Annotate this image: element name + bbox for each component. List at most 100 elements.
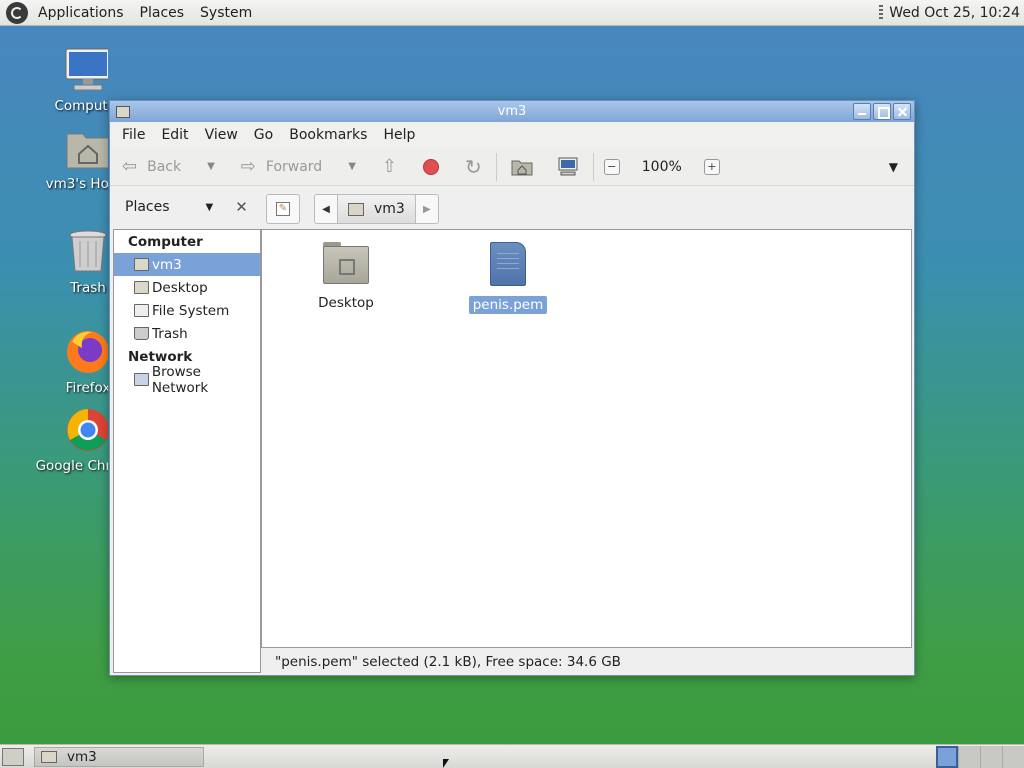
file-view[interactable]: Desktop penis.pem: [261, 229, 912, 648]
menu-edit[interactable]: Edit: [153, 127, 196, 143]
computer-button[interactable]: [553, 152, 583, 182]
panel-handle-icon[interactable]: [879, 4, 884, 21]
clock-area: Wed Oct 25, 10:24: [879, 0, 1024, 26]
toolbar-separator: [592, 152, 594, 181]
desktop-icons-clip-2: Google Chrome: [0, 404, 108, 484]
document-icon: [490, 242, 526, 286]
folder-icon: [41, 750, 57, 763]
back-history-chevron-icon[interactable]: ▼: [207, 161, 215, 172]
menubar: File Edit View Go Bookmarks Help: [110, 122, 914, 148]
sidebar-item-trash[interactable]: Trash: [114, 322, 260, 345]
breadcrumb-label: vm3: [374, 201, 405, 217]
file-label: penis.pem: [468, 296, 548, 314]
home-folder-icon: [511, 160, 533, 175]
workspace-4[interactable]: [1002, 745, 1024, 768]
applications-menu[interactable]: Applications: [30, 0, 132, 26]
toolbar-separator: [495, 152, 497, 181]
workspace-1[interactable]: [936, 745, 958, 768]
taskbar-item-label: vm3: [67, 748, 97, 765]
sidebar-item-label: Desktop: [152, 279, 208, 296]
desktop-icon-firefox[interactable]: Firefox: [38, 328, 108, 396]
forward-history-chevron-icon[interactable]: ▼: [348, 161, 356, 172]
os-logo-icon[interactable]: [6, 1, 28, 24]
desktop-icon-label: Google Chrome: [35, 458, 108, 474]
bottom-panel: vm3: [0, 744, 1024, 768]
reload-icon: ↻: [465, 154, 482, 179]
desktop-icon-computer[interactable]: Computer: [38, 46, 108, 114]
desktop-icons-clip: Computer vm3's Home Trash Firefox: [0, 44, 108, 424]
minimize-button[interactable]: [853, 103, 871, 120]
maximize-button[interactable]: [873, 103, 891, 120]
menu-bookmarks[interactable]: Bookmarks: [281, 127, 375, 143]
sidebar-item-file-system[interactable]: File System: [114, 299, 260, 322]
close-button[interactable]: [893, 103, 911, 120]
home-button[interactable]: [507, 152, 537, 182]
window-title: vm3: [497, 104, 527, 119]
home-folder-icon: [66, 133, 108, 169]
toggle-location-entry-button[interactable]: ✎: [266, 194, 300, 224]
home-folder-icon: [348, 202, 364, 216]
reload-button[interactable]: ↻: [461, 152, 486, 182]
file-item-desktop[interactable]: Desktop: [296, 240, 396, 312]
menu-help[interactable]: Help: [375, 127, 423, 143]
show-desktop-icon[interactable]: [2, 747, 24, 766]
breadcrumb: ◀ vm3 ▶: [314, 194, 439, 224]
breadcrumb-right-arrow-icon[interactable]: ▶: [416, 204, 438, 215]
computer-icon: [65, 48, 108, 91]
forward-button[interactable]: ⇨ Forward ▼: [237, 152, 360, 182]
top-panel: Applications Places System Wed Oct 25, 1…: [0, 0, 1024, 26]
firefox-icon: [67, 331, 108, 373]
desktop-icon-label: vm3's Home: [45, 176, 108, 192]
sidebar-item-label: Trash: [152, 325, 188, 342]
desktop-folder-icon: [134, 281, 149, 294]
mouse-cursor-icon: [443, 759, 449, 768]
breadcrumb-item-vm3[interactable]: vm3: [337, 195, 416, 223]
desktop-icon-chrome[interactable]: Google Chrome: [35, 406, 108, 474]
stop-icon: [423, 158, 439, 175]
forward-label: Forward: [265, 158, 323, 175]
chrome-icon: [67, 409, 108, 451]
sidebar-close-icon[interactable]: ✕: [235, 198, 248, 216]
pencil-icon: ✎: [276, 202, 290, 216]
zoom-in-icon[interactable]: +: [703, 158, 720, 175]
workspace-3[interactable]: [980, 745, 1002, 768]
menu-go[interactable]: Go: [246, 127, 281, 143]
desktop-icon-trash[interactable]: Trash: [38, 228, 108, 296]
system-menu[interactable]: System: [192, 0, 260, 26]
sidebar-item-label: File System: [152, 302, 230, 319]
places-list: Computer vm3 Desktop File System Trash N…: [113, 229, 261, 673]
desktop-icon-home[interactable]: vm3's Home: [38, 128, 108, 192]
back-button[interactable]: ⇦ Back ▼: [118, 152, 219, 182]
window-buttons: [853, 103, 911, 120]
trash-icon: [134, 327, 149, 340]
sidebar-category-computer: Computer: [128, 234, 203, 250]
sidebar-item-desktop[interactable]: Desktop: [114, 276, 260, 299]
titlebar[interactable]: vm3: [110, 101, 914, 122]
zoom-level[interactable]: 100%: [642, 159, 682, 175]
taskbar-item-vm3[interactable]: vm3: [34, 746, 204, 767]
file-manager-window: vm3 File Edit View Go Bookmarks Help ⇦ B…: [109, 100, 915, 676]
menu-view[interactable]: View: [197, 127, 246, 143]
toolbar-overflow-chevron-icon[interactable]: ▼: [889, 160, 898, 174]
folder-icon: [323, 242, 369, 284]
file-item-penis-pem[interactable]: penis.pem: [458, 240, 558, 314]
menu-file[interactable]: File: [114, 127, 153, 143]
sidebar-type-chevron-down-icon[interactable]: ▼: [206, 202, 214, 213]
back-label: Back: [147, 158, 182, 175]
zoom-out-icon[interactable]: −: [603, 158, 620, 175]
sidebar-item-vm3[interactable]: vm3: [114, 253, 260, 276]
stop-button[interactable]: [419, 152, 443, 182]
up-button[interactable]: ⇧: [378, 152, 401, 182]
sidebar-item-browse-network[interactable]: Browse Network: [114, 364, 260, 396]
trash-icon: [69, 230, 107, 272]
desktop-icon-label: Computer: [54, 98, 108, 114]
network-icon: [134, 373, 149, 386]
location-bar: ✎ ◀ vm3 ▶: [266, 193, 439, 225]
sidebar-type-label[interactable]: Places: [125, 199, 170, 215]
places-menu[interactable]: Places: [132, 0, 193, 26]
file-label: Desktop: [318, 295, 374, 311]
breadcrumb-left-arrow-icon[interactable]: ◀: [315, 204, 337, 215]
clock[interactable]: Wed Oct 25, 10:24: [889, 5, 1020, 21]
toolbar: ⇦ Back ▼ ⇨ Forward ▼ ⇧ ↻ − 100% + ▼: [110, 148, 914, 186]
workspace-2[interactable]: [958, 745, 980, 768]
